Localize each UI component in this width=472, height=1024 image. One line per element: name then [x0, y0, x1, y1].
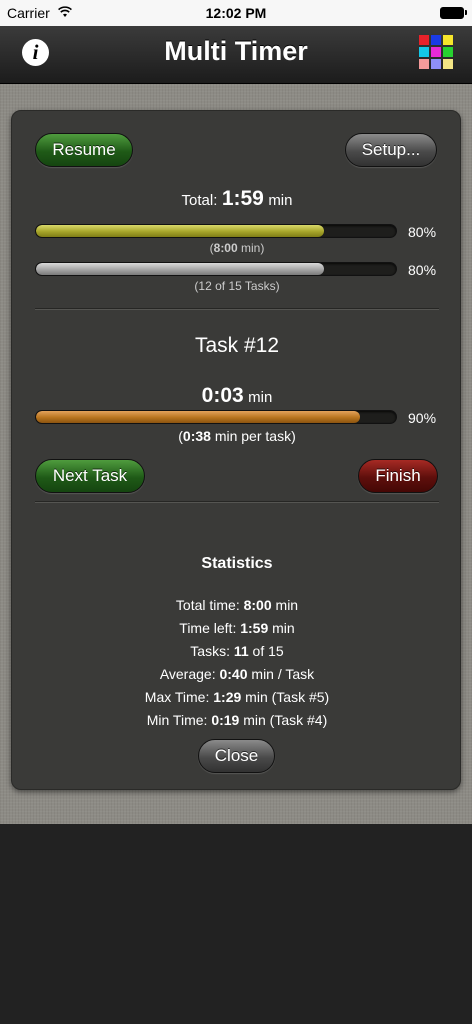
- color-swatch: [431, 35, 441, 45]
- color-swatch: [443, 47, 453, 57]
- total-label: Total:: [181, 192, 218, 209]
- divider: [35, 501, 439, 503]
- statistics-label: Min Time:: [146, 712, 208, 728]
- task-subtext: (0:38 min per task): [178, 428, 296, 444]
- statistics-value: 8:00: [243, 597, 272, 613]
- app-title: Multi Timer: [164, 36, 308, 66]
- status-time: 12:02 PM: [205, 5, 267, 21]
- color-swatch: [419, 47, 429, 57]
- tasks-progress-fill: [36, 263, 324, 275]
- divider: [35, 308, 439, 310]
- task-title: Task #12: [194, 334, 280, 357]
- nav-bar: i Multi Timer: [0, 26, 472, 84]
- color-swatch: [431, 47, 441, 57]
- color-swatch: [419, 35, 429, 45]
- next-task-button[interactable]: Next Task: [35, 459, 145, 493]
- color-grid-icon[interactable]: [419, 35, 455, 71]
- total-time-subtext: (8:00 min): [209, 241, 265, 255]
- tasks-progress-bar: [35, 262, 397, 276]
- statistics-row: Average: 0:40 min / Task: [12, 666, 462, 682]
- task-time-unit: min: [248, 389, 273, 406]
- total-value: 1:59: [221, 187, 264, 210]
- task-percent: 90%: [408, 410, 437, 426]
- color-swatch: [443, 35, 453, 45]
- statistics-value: 0:40: [219, 666, 248, 682]
- statistics-detail: min (Task #4): [239, 712, 328, 728]
- tasks-subtext: (12 of 15 Tasks): [194, 279, 280, 293]
- setup-button[interactable]: Setup...: [345, 133, 437, 167]
- statistics-value: 11: [233, 643, 249, 659]
- task-time-value: 0:03: [201, 384, 244, 407]
- statistics-row: Time left: 1:59 min: [12, 620, 462, 636]
- statistics-label: Total time:: [175, 597, 240, 613]
- statistics-label: Max Time:: [144, 689, 210, 705]
- statistics-row: Max Time: 1:29 min (Task #5): [12, 689, 462, 705]
- battery-icon: [440, 7, 464, 19]
- total-unit: min: [268, 192, 293, 209]
- statistics-value: 1:29: [213, 689, 242, 705]
- total-time-progress-bar: [35, 224, 397, 238]
- resume-button[interactable]: Resume: [35, 133, 133, 167]
- close-button[interactable]: Close: [198, 739, 275, 773]
- battery-tip: [465, 10, 467, 15]
- statistics-value: 0:19: [211, 712, 240, 728]
- statistics-label: Tasks:: [190, 643, 230, 659]
- task-progress-fill: [36, 411, 360, 423]
- tasks-percent: 80%: [408, 262, 437, 278]
- total-time-percent: 80%: [408, 224, 437, 240]
- total-time-progress-fill: [36, 225, 324, 237]
- statistics-detail: min / Task: [247, 666, 315, 682]
- statistics-detail: min: [271, 597, 299, 613]
- statistics-detail: min (Task #5): [241, 689, 330, 705]
- timer-panel: Resume Setup... Total: 1:59 min 80% (8:0…: [11, 110, 461, 790]
- task-time-row: 0:03 min: [12, 384, 462, 408]
- total-time-row: Total: 1:59 min: [12, 187, 462, 211]
- color-swatch: [443, 59, 453, 69]
- statistics-row: Total time: 8:00 min: [12, 597, 462, 613]
- statistics-label: Time left:: [179, 620, 237, 636]
- statistics-value: 1:59: [240, 620, 269, 636]
- statistics-label: Average:: [159, 666, 216, 682]
- finish-button[interactable]: Finish: [358, 459, 438, 493]
- color-swatch: [431, 59, 441, 69]
- statistics-row: Min Time: 0:19 min (Task #4): [12, 712, 462, 728]
- status-bar: Carrier 12:02 PM: [0, 0, 472, 26]
- statistics-heading: Statistics: [201, 555, 273, 572]
- statistics-detail: min: [268, 620, 295, 636]
- statistics-detail: of 15: [248, 643, 284, 659]
- color-swatch: [419, 59, 429, 69]
- statistics-row: Tasks: 11 of 15: [12, 643, 462, 659]
- task-progress-bar: [35, 410, 397, 424]
